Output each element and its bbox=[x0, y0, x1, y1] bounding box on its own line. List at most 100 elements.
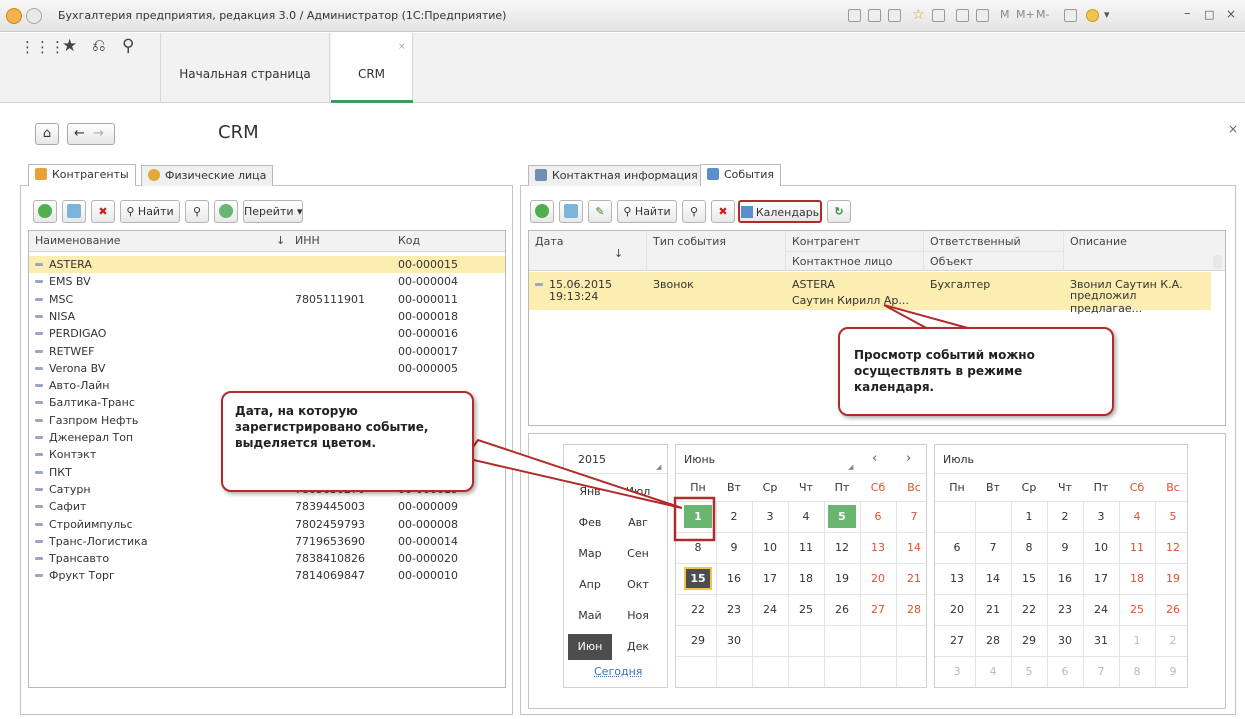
month-cell[interactable]: Апр bbox=[568, 572, 612, 598]
day-cell[interactable]: 28 bbox=[900, 598, 928, 621]
day-cell[interactable]: 26 bbox=[1159, 598, 1187, 621]
tab-contact-info[interactable]: Контактная информация bbox=[528, 165, 705, 186]
column-contact-header[interactable]: Контактное лицо bbox=[792, 255, 893, 268]
day-cell[interactable]: 15 bbox=[1015, 567, 1043, 590]
add-button[interactable] bbox=[33, 200, 57, 223]
column-object-header[interactable]: Объект bbox=[930, 255, 973, 268]
day-cell[interactable]: 23 bbox=[1051, 598, 1079, 621]
close-tab-icon[interactable]: × bbox=[398, 42, 406, 52]
table-row[interactable]: Сафит 7839445003 00-000009 bbox=[29, 498, 505, 515]
today-link[interactable]: Сегодня bbox=[594, 665, 642, 678]
day-cell[interactable]: 27 bbox=[943, 629, 971, 652]
find-button[interactable]: ⚲ Найти bbox=[120, 200, 180, 223]
add-event-button[interactable] bbox=[530, 200, 554, 223]
table-row[interactable]: Трансавто 7838410826 00-000020 bbox=[29, 550, 505, 567]
day-cell[interactable]: 21 bbox=[979, 598, 1007, 621]
column-name-header[interactable]: Наименование bbox=[35, 234, 120, 247]
table-row[interactable]: NISA 00-000018 bbox=[29, 308, 505, 325]
home-button[interactable]: ⌂ bbox=[35, 123, 59, 145]
day-cell[interactable]: 20 bbox=[864, 567, 892, 590]
day-cell[interactable]: 6 bbox=[864, 505, 892, 528]
tab-individuals[interactable]: Физические лица bbox=[141, 165, 274, 186]
search-icon[interactable]: ⚲ bbox=[122, 36, 134, 56]
day-cell[interactable]: 29 bbox=[684, 629, 712, 652]
print-icon[interactable] bbox=[868, 9, 881, 22]
day-cell[interactable]: 30 bbox=[720, 629, 748, 652]
day-cell[interactable]: 12 bbox=[1159, 536, 1187, 559]
day-cell[interactable]: 10 bbox=[756, 536, 784, 559]
day-cell[interactable]: 11 bbox=[1123, 536, 1151, 559]
day-cell[interactable]: 3 bbox=[1087, 505, 1115, 528]
month-cell[interactable]: Авг bbox=[616, 510, 660, 536]
table-row[interactable]: Фрукт Торг 7814069847 00-000010 bbox=[29, 567, 505, 584]
tab-home-page[interactable]: Начальная страница bbox=[160, 33, 330, 103]
day-cell[interactable]: 16 bbox=[1051, 567, 1079, 590]
day-cell[interactable]: 18 bbox=[792, 567, 820, 590]
column-counterparty-header[interactable]: Контрагент bbox=[792, 235, 860, 248]
column-date-header[interactable]: Дата bbox=[535, 235, 563, 248]
favorite-star-icon[interactable]: ☆ bbox=[912, 8, 925, 22]
day-cell[interactable]: 16 bbox=[720, 567, 748, 590]
column-description-header[interactable]: Описание bbox=[1070, 235, 1127, 248]
month-cell[interactable]: Май bbox=[568, 603, 612, 629]
cancel-search-button[interactable]: ⚲ bbox=[185, 200, 209, 223]
event-row[interactable]: 15.06.2015 19:13:24 Звонок ASTERA Саутин… bbox=[529, 272, 1211, 315]
day-cell[interactable]: 3 bbox=[943, 660, 971, 683]
day-cell[interactable]: 1 bbox=[1015, 505, 1043, 528]
day-cell-selected[interactable]: 15 bbox=[684, 567, 712, 590]
delete-button[interactable]: ✖ bbox=[91, 200, 115, 223]
day-cell[interactable]: 18 bbox=[1123, 567, 1151, 590]
day-cell[interactable]: 2 bbox=[1051, 505, 1079, 528]
month-cell[interactable]: Ноя bbox=[616, 603, 660, 629]
apps-grid-icon[interactable]: ⋮⋮⋮ bbox=[20, 38, 65, 56]
day-cell[interactable]: 2 bbox=[720, 505, 748, 528]
forward-arrow-icon[interactable]: → bbox=[93, 126, 104, 141]
day-cell[interactable]: 25 bbox=[1123, 598, 1151, 621]
day-cell[interactable]: 14 bbox=[979, 567, 1007, 590]
column-code-header[interactable]: Код bbox=[398, 234, 420, 247]
day-cell[interactable]: 22 bbox=[684, 598, 712, 621]
day-cell[interactable]: 5 bbox=[1015, 660, 1043, 683]
memory-minus-button[interactable]: M- bbox=[1036, 8, 1049, 21]
table-row[interactable]: RETWEF 00-000017 bbox=[29, 343, 505, 360]
back-arrow-icon[interactable]: ← bbox=[74, 126, 85, 141]
tab-counterparties[interactable]: Контрагенты bbox=[28, 164, 136, 186]
back-forward-buttons[interactable]: ← → bbox=[67, 123, 115, 145]
calendar-small-icon[interactable] bbox=[976, 9, 989, 22]
day-cell[interactable]: 29 bbox=[1015, 629, 1043, 652]
close-window-icon[interactable]: × bbox=[1226, 7, 1236, 21]
scrollbar-thumb[interactable] bbox=[491, 453, 500, 467]
events-scrollbar-thumb[interactable] bbox=[1213, 255, 1222, 269]
sort-arrow-icon[interactable]: ↓ bbox=[276, 234, 285, 247]
column-type-header[interactable]: Тип события bbox=[653, 235, 726, 248]
column-inn-header[interactable]: ИНН bbox=[295, 234, 320, 247]
find-event-button[interactable]: ⚲ Найти bbox=[617, 200, 677, 223]
day-cell-with-event[interactable]: 1 bbox=[684, 505, 712, 528]
day-cell[interactable]: 20 bbox=[943, 598, 971, 621]
main-menu-icon[interactable] bbox=[26, 8, 42, 24]
column-responsible-header[interactable]: Ответственный bbox=[930, 235, 1021, 248]
sort-arrow-icon[interactable]: ↓ bbox=[614, 247, 623, 260]
day-cell[interactable]: 22 bbox=[1015, 598, 1043, 621]
day-cell[interactable]: 7 bbox=[979, 536, 1007, 559]
day-cell[interactable]: 14 bbox=[900, 536, 928, 559]
day-cell[interactable]: 1 bbox=[1123, 629, 1151, 652]
refresh-button[interactable] bbox=[214, 200, 238, 223]
day-cell[interactable]: 5 bbox=[1159, 505, 1187, 528]
day-cell[interactable]: 21 bbox=[900, 567, 928, 590]
table-row[interactable]: EMS BV 00-000004 bbox=[29, 273, 505, 290]
table-row[interactable]: ASTERA 00-000015 bbox=[29, 256, 505, 273]
day-cell[interactable]: 7 bbox=[1087, 660, 1115, 683]
day-cell[interactable]: 2 bbox=[1159, 629, 1187, 652]
tab-events[interactable]: События bbox=[700, 164, 782, 186]
day-cell[interactable]: 31 bbox=[1087, 629, 1115, 652]
month-cell[interactable]: Сен bbox=[616, 541, 660, 567]
day-cell[interactable]: 9 bbox=[720, 536, 748, 559]
day-cell[interactable]: 10 bbox=[1087, 536, 1115, 559]
maximize-icon[interactable]: □ bbox=[1204, 8, 1214, 21]
day-cell[interactable]: 24 bbox=[756, 598, 784, 621]
prev-month-icon[interactable]: ‹ bbox=[872, 451, 877, 466]
delete-event-button[interactable]: ✖ bbox=[711, 200, 735, 223]
save-icon[interactable] bbox=[848, 9, 861, 22]
day-cell-with-event[interactable]: 5 bbox=[828, 505, 856, 528]
